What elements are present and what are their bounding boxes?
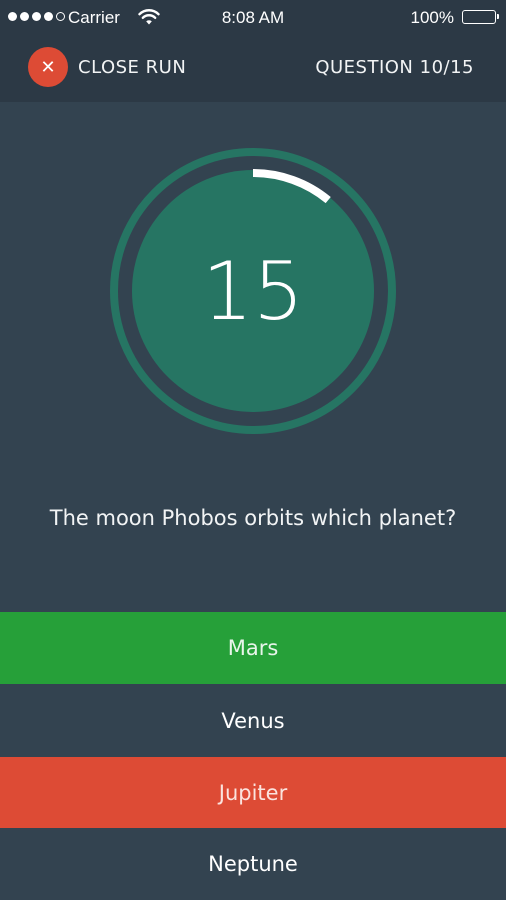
answer-option-mars[interactable]: Mars bbox=[0, 612, 506, 684]
countdown-timer: 15 bbox=[109, 147, 397, 435]
battery-icon bbox=[462, 10, 499, 24]
close-icon: ✕ bbox=[40, 56, 56, 78]
timer-value: 15 bbox=[202, 244, 304, 338]
quiz-header: ✕ CLOSE RUN QUESTION 10/15 bbox=[0, 36, 506, 102]
status-bar: Carrier 8:08 AM 100% bbox=[0, 0, 506, 36]
answer-option-jupiter[interactable]: Jupiter bbox=[0, 757, 506, 829]
answer-option-venus[interactable]: Venus bbox=[0, 685, 506, 757]
battery-percentage: 100% bbox=[410, 8, 454, 27]
close-run-button[interactable]: ✕ bbox=[28, 47, 68, 87]
question-text: The moon Phobos orbits which planet? bbox=[49, 506, 457, 530]
question-counter: QUESTION 10/15 bbox=[315, 57, 474, 78]
answer-option-neptune[interactable]: Neptune bbox=[0, 828, 506, 900]
close-run-label[interactable]: CLOSE RUN bbox=[78, 57, 186, 78]
quiz-screen: Carrier 8:08 AM 100% ✕ CLOSE RUN QUESTIO… bbox=[0, 0, 506, 900]
